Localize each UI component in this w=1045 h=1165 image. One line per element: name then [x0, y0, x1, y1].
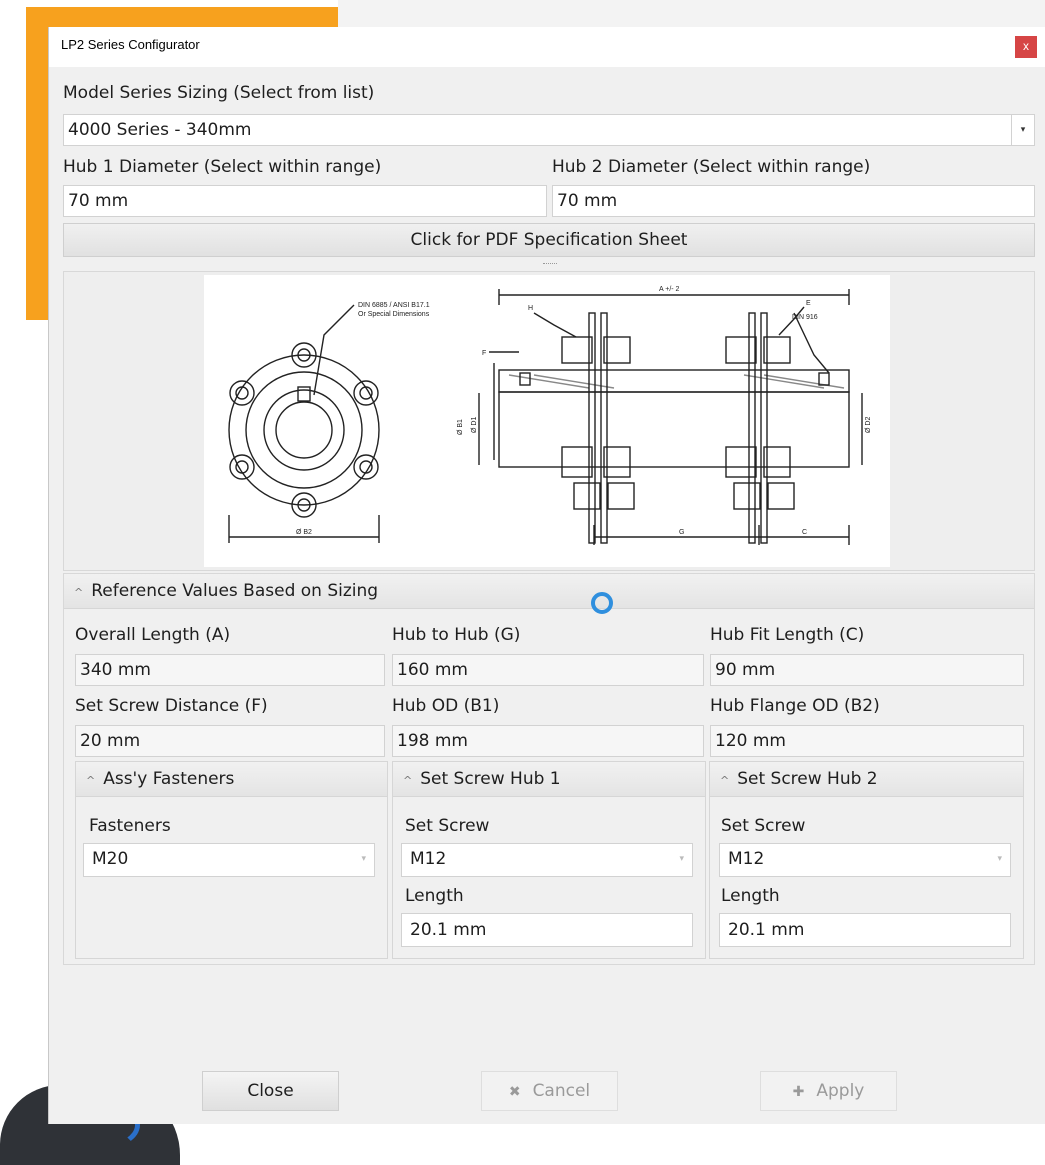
set-screw-hub2-header[interactable]: ^ Set Screw Hub 2: [710, 762, 1023, 797]
model-series-select[interactable]: 4000 Series - 340mm ▾: [63, 114, 1035, 146]
dim-a-label: A +/- 2: [659, 286, 680, 293]
dim-d2-label: Ø D2: [865, 417, 872, 433]
fasteners-header[interactable]: ^ Ass'y Fasteners: [76, 762, 387, 797]
length-hub2-input[interactable]: 20.1 mm: [719, 913, 1011, 947]
hub1-diameter-input[interactable]: 70 mm: [63, 185, 547, 217]
window-title: LP2 Series Configurator: [61, 37, 200, 52]
fasteners-value: M20: [92, 849, 129, 869]
reference-values-header[interactable]: ^ Reference Values Based on Sizing: [64, 574, 1034, 609]
configurator-dialog: LP2 Series Configurator x Model Series S…: [48, 27, 1045, 1124]
set-screw-hub1-title: Set Screw Hub 1: [420, 769, 561, 789]
chevron-down-icon[interactable]: ▾: [361, 844, 366, 874]
pdf-spec-sheet-button[interactable]: Click for PDF Specification Sheet: [63, 223, 1035, 257]
dim-c-label: C: [802, 529, 807, 536]
coupling-technical-drawing: DIN 6885 / ANSI B17.1 Or Special Dimensi…: [204, 275, 890, 567]
cancel-button-label: Cancel: [532, 1081, 591, 1101]
hub2-diameter-input[interactable]: 70 mm: [552, 185, 1035, 217]
dim-b2-label: Ø B2: [296, 529, 312, 536]
title-bar: LP2 Series Configurator x: [49, 27, 1045, 67]
dim-d1-label: Ø D1: [471, 417, 478, 433]
hub-to-hub-label: Hub to Hub (G): [392, 625, 521, 645]
cancel-x-icon: ✖: [508, 1084, 521, 1100]
hub-flange-od-label: Hub Flange OD (B2): [710, 696, 880, 716]
dim-h-label: H: [528, 305, 533, 312]
drawing-note-1: DIN 6885 / ANSI B17.1: [358, 302, 430, 309]
apply-plus-icon: ✚: [792, 1084, 805, 1100]
set-screw-hub2-label: Set Screw: [721, 816, 806, 836]
hub1-diameter-label: Hub 1 Diameter (Select within range): [63, 157, 382, 177]
background-area: [338, 0, 1045, 30]
hub-flange-od-field: 120 mm: [710, 725, 1024, 757]
set-screw-hub2-select[interactable]: M12 ▾: [719, 843, 1011, 877]
chevron-up-icon[interactable]: ^: [403, 774, 412, 787]
chevron-up-icon[interactable]: ^: [720, 774, 729, 787]
dim-e-label: E: [806, 300, 811, 307]
set-screw-hub1-value: M12: [410, 849, 447, 869]
cancel-button[interactable]: ✖ Cancel: [481, 1071, 618, 1111]
chevron-up-icon[interactable]: ^: [86, 774, 95, 787]
chevron-down-icon[interactable]: ▾: [679, 844, 684, 874]
length-hub1-label: Length: [405, 886, 464, 906]
hub-fit-length-label: Hub Fit Length (C): [710, 625, 865, 645]
chevron-down-icon[interactable]: ▾: [1011, 115, 1034, 145]
set-screw-hub2-value: M12: [728, 849, 765, 869]
din916-label: DIN 916: [792, 314, 818, 321]
drawing-note-2: Or Special Dimensions: [358, 311, 430, 318]
fasteners-label: Fasteners: [89, 816, 171, 836]
fasteners-select[interactable]: M20 ▾: [83, 843, 375, 877]
chevron-up-icon[interactable]: ^: [74, 586, 83, 599]
hub-fit-length-field: 90 mm: [710, 654, 1024, 686]
close-window-button[interactable]: x: [1015, 36, 1037, 58]
set-screw-hub1-header[interactable]: ^ Set Screw Hub 1: [393, 762, 705, 797]
set-screw-hub1-select[interactable]: M12 ▾: [401, 843, 693, 877]
loading-spinner-icon: [591, 592, 613, 614]
drawing-svg: DIN 6885 / ANSI B17.1 Or Special Dimensi…: [228, 286, 872, 545]
reference-values-title: Reference Values Based on Sizing: [91, 581, 379, 601]
set-screw-hub1-label: Set Screw: [405, 816, 490, 836]
hub-to-hub-field: 160 mm: [392, 654, 704, 686]
overall-length-field: 340 mm: [75, 654, 385, 686]
dim-b1-label: Ø B1: [457, 419, 464, 435]
hub-od-field: 198 mm: [392, 725, 704, 757]
dim-g-label: G: [679, 529, 684, 536]
length-hub1-input[interactable]: 20.1 mm: [401, 913, 693, 947]
splitter-handle[interactable]: [543, 263, 557, 266]
hub-od-label: Hub OD (B1): [392, 696, 500, 716]
apply-button-label: Apply: [816, 1081, 865, 1101]
model-series-label: Model Series Sizing (Select from list): [63, 83, 375, 103]
chevron-down-icon[interactable]: ▾: [997, 844, 1002, 874]
length-hub2-label: Length: [721, 886, 780, 906]
apply-button[interactable]: ✚ Apply: [760, 1071, 897, 1111]
close-button[interactable]: Close: [202, 1071, 339, 1111]
set-screw-hub2-title: Set Screw Hub 2: [737, 769, 878, 789]
set-screw-distance-label: Set Screw Distance (F): [75, 696, 268, 716]
overall-length-label: Overall Length (A): [75, 625, 231, 645]
hub2-diameter-label: Hub 2 Diameter (Select within range): [552, 157, 871, 177]
dim-f-label: F: [482, 350, 486, 357]
model-series-value: 4000 Series - 340mm: [68, 120, 252, 140]
set-screw-distance-field: 20 mm: [75, 725, 385, 757]
fasteners-title: Ass'y Fasteners: [103, 769, 235, 789]
